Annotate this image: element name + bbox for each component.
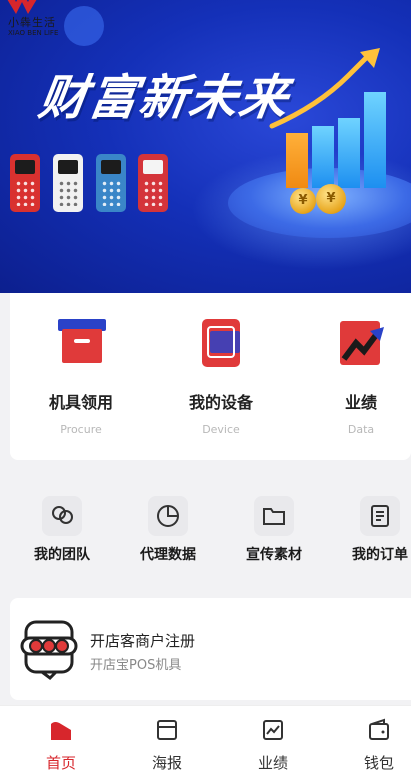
- growth-arrow-icon: [269, 48, 380, 129]
- growth-bar: [312, 126, 334, 188]
- nav-home[interactable]: 首页: [26, 718, 96, 773]
- quick-subtitle: Device: [202, 423, 240, 436]
- quick-title: 业绩: [344, 393, 377, 412]
- menu-label: 代理数据: [140, 547, 196, 563]
- quick-item-data[interactable]: 业绩 Data: [296, 293, 411, 460]
- register-title: 开店客商户注册: [90, 632, 196, 650]
- pie-chart-icon: [148, 496, 188, 536]
- nav-poster[interactable]: 海报: [132, 718, 202, 773]
- menu-item-team[interactable]: 我的团队: [12, 496, 112, 564]
- pos-terminal-red: [10, 154, 40, 212]
- brand-name-cn: 小犇生活: [8, 16, 56, 29]
- decorative-orb: [64, 6, 104, 46]
- merchant-register-card[interactable]: 开店客商户注册 开店宝POS机具: [10, 598, 411, 700]
- box-icon: [58, 319, 106, 363]
- growth-bar: [286, 133, 308, 188]
- coin-icon: ¥: [290, 188, 316, 214]
- nav-performance[interactable]: 业绩: [238, 718, 308, 773]
- pos-terminal-red-2: [138, 154, 168, 212]
- nav-label: 业绩: [257, 754, 288, 772]
- quick-title: 我的设备: [188, 393, 253, 412]
- quick-item-procure[interactable]: 机具领用 Procure: [16, 293, 146, 460]
- poster-icon: [157, 720, 177, 740]
- quick-subtitle: Data: [347, 423, 375, 436]
- quick-subtitle: Procure: [60, 423, 102, 436]
- nav-label: 钱包: [363, 754, 394, 772]
- promo-banner[interactable]: 小犇生活 XIAO BEN LIFE 财富新未来 ¥ ¥: [0, 0, 411, 293]
- register-subtitle: 开店宝POS机具: [90, 658, 182, 673]
- menu-item-materials[interactable]: 宣传素材: [224, 496, 324, 564]
- menu-item-orders[interactable]: 我的订单: [330, 496, 411, 564]
- brand-logo: 小犇生活 XIAO BEN LIFE: [2, 0, 70, 44]
- quick-title: 机具领用: [48, 393, 113, 412]
- bottom-nav: 首页 海报 业绩 钱包: [0, 705, 411, 775]
- menu-label: 宣传素材: [246, 547, 302, 563]
- quick-access-card: 机具领用 Procure 我的设备 Device 业绩 Data: [10, 293, 411, 460]
- performance-icon: [263, 720, 283, 740]
- menu-row: 我的团队 代理数据 宣传素材 我的订单: [0, 480, 411, 580]
- home-icon: [51, 722, 71, 740]
- wallet-icon: [369, 718, 389, 740]
- menu-item-agent-data[interactable]: 代理数据: [118, 496, 218, 564]
- coin-icon: ¥: [316, 184, 346, 214]
- menu-label: 我的订单: [352, 547, 408, 563]
- chart-trend-icon: [340, 321, 384, 365]
- brand-name-en: XIAO BEN LIFE: [8, 29, 59, 37]
- banner-title: 财富新未来: [35, 70, 294, 126]
- nav-label: 海报: [151, 754, 182, 772]
- team-icon: [42, 496, 82, 536]
- pos-terminal-white: [53, 154, 83, 212]
- nav-wallet[interactable]: 钱包: [344, 718, 411, 773]
- order-icon: [360, 496, 400, 536]
- menu-label: 我的团队: [34, 547, 90, 563]
- pos-terminal-blue: [96, 154, 126, 212]
- quick-item-device[interactable]: 我的设备 Device: [156, 293, 286, 460]
- device-icon: [202, 319, 240, 367]
- pos-terminal-icon: [20, 620, 78, 680]
- nav-label: 首页: [45, 754, 76, 772]
- folder-icon: [254, 496, 294, 536]
